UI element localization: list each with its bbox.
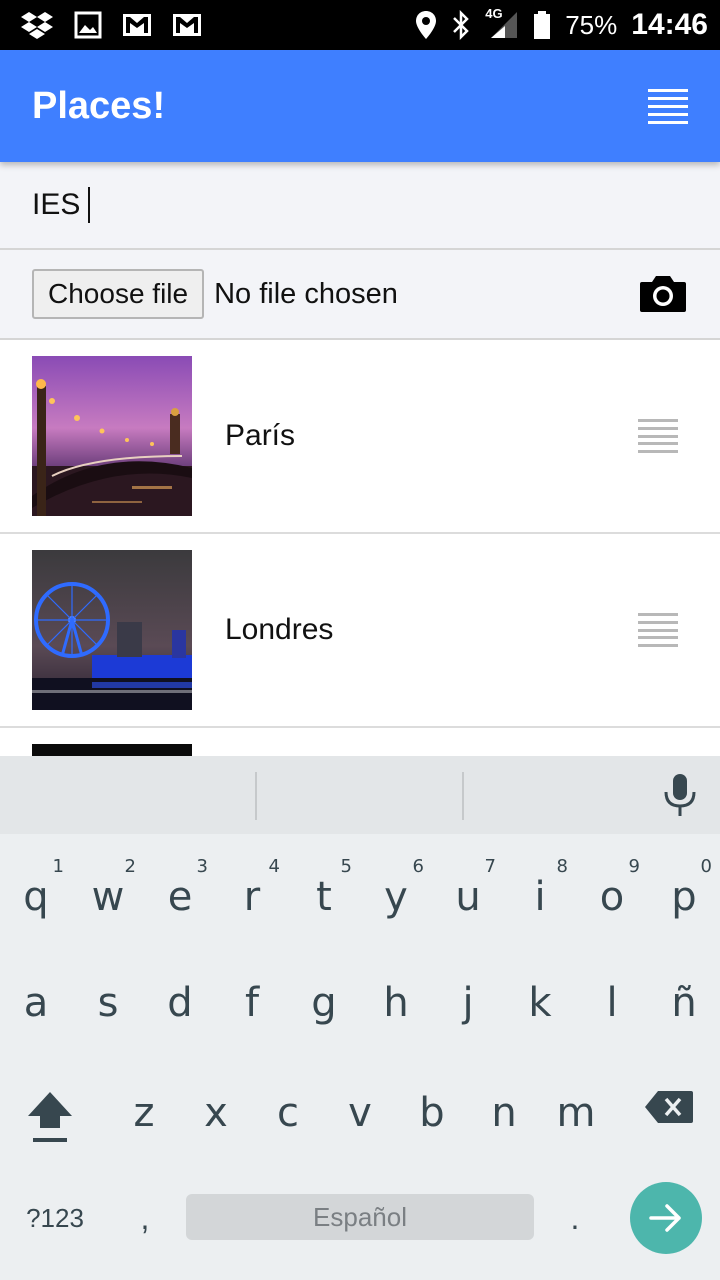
location-icon	[415, 10, 437, 40]
place-input-field[interactable]: IES	[0, 162, 720, 250]
signal-icon: 4G	[485, 6, 519, 40]
key-ñ[interactable]: ñ	[648, 948, 720, 1048]
key-s[interactable]: s	[72, 948, 144, 1048]
bluetooth-icon	[451, 10, 471, 40]
choose-file-button[interactable]: Choose file	[32, 269, 205, 319]
file-status: No file chosen	[214, 277, 398, 310]
key-f[interactable]: f	[216, 948, 288, 1048]
key-u[interactable]: u7	[432, 842, 504, 942]
key-d[interactable]: d	[144, 948, 216, 1048]
suggestion-divider	[462, 772, 464, 820]
battery-icon	[533, 10, 551, 40]
backspace-key[interactable]	[636, 1082, 702, 1132]
key-j[interactable]: j	[432, 948, 504, 1048]
camera-icon[interactable]	[638, 274, 688, 314]
suggestion-bar	[0, 756, 720, 834]
place-label: París	[225, 419, 296, 452]
key-z[interactable]: z	[108, 1058, 180, 1158]
key-g[interactable]: g	[288, 948, 360, 1048]
enter-key[interactable]	[630, 1182, 702, 1254]
clock: 14:46	[631, 8, 708, 41]
screen: 4G 75% 14:46 Places! IES Choose file No …	[0, 0, 720, 1280]
key-h[interactable]: h	[360, 948, 432, 1048]
key-v[interactable]: v	[324, 1058, 396, 1158]
paris-thumbnail	[32, 356, 192, 516]
keyboard-row-2: asdfghjklñ	[0, 948, 720, 1048]
app-bar: Places!	[0, 50, 720, 162]
key-e[interactable]: e3	[144, 842, 216, 942]
key-q[interactable]: q1	[0, 842, 72, 942]
key-p[interactable]: p0	[648, 842, 720, 942]
place-input-value[interactable]: IES	[32, 187, 91, 223]
key-o[interactable]: o9	[576, 842, 648, 942]
suggestion-slot[interactable]	[0, 771, 256, 819]
key-y[interactable]: y6	[360, 842, 432, 942]
dropbox-icon	[20, 10, 54, 40]
gmail-icon	[122, 13, 152, 37]
list-item[interactable]: París	[0, 340, 720, 534]
key-w[interactable]: w2	[72, 842, 144, 942]
microphone-icon[interactable]	[662, 772, 698, 818]
period-key[interactable]: .	[548, 1188, 602, 1248]
menu-icon	[648, 88, 688, 92]
key-t[interactable]: t5	[288, 842, 360, 942]
key-c[interactable]: c	[252, 1058, 324, 1158]
gmail-icon	[172, 13, 202, 37]
arrow-right-icon	[649, 1204, 681, 1232]
keyboard-row-1: q1w2e3r4t5y6u7i8o9p0	[0, 842, 720, 942]
key-a[interactable]: a	[0, 948, 72, 1048]
london-thumbnail	[32, 550, 192, 710]
key-l[interactable]: l	[576, 948, 648, 1048]
symbols-key[interactable]: ?123	[14, 1188, 96, 1248]
drag-handle-icon[interactable]	[638, 613, 678, 647]
key-x[interactable]: x	[180, 1058, 252, 1158]
place-label: Londres	[225, 613, 334, 646]
shift-key[interactable]	[14, 1076, 86, 1156]
places-list: París Londres	[0, 340, 720, 756]
status-bar: 4G 75% 14:46	[0, 0, 720, 50]
file-picker: Choose file No file chosen	[0, 250, 720, 340]
space-key[interactable]: Español	[186, 1194, 534, 1240]
key-n[interactable]: n	[468, 1058, 540, 1158]
key-r[interactable]: r4	[216, 842, 288, 942]
drag-handle-icon[interactable]	[638, 419, 678, 453]
battery-percent: 75%	[565, 9, 618, 40]
key-k[interactable]: k	[504, 948, 576, 1048]
key-i[interactable]: i8	[504, 842, 576, 942]
list-item[interactable]: Londres	[0, 534, 720, 728]
comma-key[interactable]: ,	[118, 1188, 172, 1248]
key-b[interactable]: b	[396, 1058, 468, 1158]
text-cursor	[88, 187, 91, 223]
key-m[interactable]: m	[540, 1058, 612, 1158]
network-type: 4G	[485, 6, 503, 21]
partial-thumbnail	[32, 744, 192, 756]
suggestion-slot[interactable]	[256, 771, 464, 819]
keyboard-row-3: zxcvbnm	[0, 1058, 720, 1158]
image-icon	[74, 11, 102, 39]
soft-keyboard: q1w2e3r4t5y6u7i8o9p0 asdfghjklñ zxcvbnm …	[0, 756, 720, 1280]
menu-button[interactable]	[648, 86, 688, 126]
app-title: Places!	[32, 84, 166, 127]
